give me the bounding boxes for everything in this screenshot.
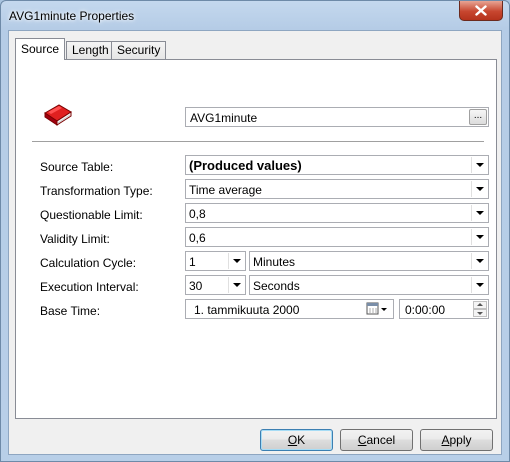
source-tab-panel: AVG1minute ... Source Table: (Produced v… bbox=[15, 59, 497, 419]
browse-button[interactable]: ... bbox=[469, 109, 487, 125]
validity-limit-value: 0,6 bbox=[189, 231, 206, 245]
questionable-limit-select[interactable]: 0,8 bbox=[185, 203, 489, 223]
source-table-select[interactable]: (Produced values) bbox=[185, 155, 489, 175]
calculation-cycle-unit-select[interactable]: Minutes bbox=[249, 251, 489, 271]
dialog-client-area: Source Length Security AVG1minute ... So… bbox=[8, 30, 502, 455]
book-icon bbox=[44, 104, 72, 126]
object-name-field[interactable]: AVG1minute ... bbox=[185, 107, 489, 127]
base-time-label: Base Time: bbox=[40, 304, 101, 318]
chevron-down-icon[interactable] bbox=[471, 181, 487, 197]
calculation-cycle-label: Calculation Cycle: bbox=[40, 256, 137, 270]
chevron-down-icon[interactable] bbox=[228, 277, 244, 293]
source-table-label: Source Table: bbox=[40, 160, 114, 174]
transformation-type-select[interactable]: Time average bbox=[185, 179, 489, 199]
close-button[interactable] bbox=[459, 1, 503, 21]
calendar-icon[interactable] bbox=[366, 302, 390, 316]
base-time-time-input[interactable]: 0:00:00 bbox=[399, 299, 489, 319]
validity-limit-select[interactable]: 0,6 bbox=[185, 227, 489, 247]
properties-window: AVG1minute Properties Source Length Secu… bbox=[0, 0, 510, 462]
separator bbox=[32, 141, 484, 143]
spin-up-icon[interactable] bbox=[473, 301, 487, 309]
tab-length[interactable]: Length bbox=[66, 41, 115, 59]
transformation-type-value: Time average bbox=[189, 183, 262, 197]
cancel-button[interactable]: Cancel bbox=[340, 429, 413, 451]
tab-security[interactable]: Security bbox=[111, 41, 167, 59]
object-name-value: AVG1minute bbox=[190, 111, 258, 125]
ok-button[interactable]: OK bbox=[260, 429, 333, 451]
source-table-value: (Produced values) bbox=[189, 158, 302, 173]
questionable-limit-value: 0,8 bbox=[189, 207, 206, 221]
chevron-down-icon[interactable] bbox=[471, 205, 487, 221]
close-icon bbox=[475, 5, 487, 16]
spin-down-icon[interactable] bbox=[473, 309, 487, 317]
execution-interval-unit-select[interactable]: Seconds bbox=[249, 275, 489, 295]
title-bar[interactable]: AVG1minute Properties bbox=[1, 1, 509, 31]
window-title: AVG1minute Properties bbox=[9, 9, 135, 23]
chevron-down-icon[interactable] bbox=[228, 253, 244, 269]
execution-interval-number: 30 bbox=[189, 279, 203, 293]
chevron-down-icon[interactable] bbox=[471, 253, 487, 269]
execution-interval-number-select[interactable]: 30 bbox=[185, 275, 246, 295]
calculation-cycle-unit: Minutes bbox=[253, 255, 296, 269]
chevron-down-icon[interactable] bbox=[471, 157, 487, 173]
apply-button[interactable]: Apply bbox=[420, 429, 493, 451]
chevron-down-icon[interactable] bbox=[471, 277, 487, 293]
base-time-date: 1. tammikuuta 2000 bbox=[194, 303, 300, 317]
tab-source[interactable]: Source bbox=[15, 38, 66, 60]
validity-limit-label: Validity Limit: bbox=[40, 232, 110, 246]
base-time-time: 0:00:00 bbox=[405, 303, 446, 317]
execution-interval-label: Execution Interval: bbox=[40, 280, 139, 294]
questionable-limit-label: Questionable Limit: bbox=[40, 208, 143, 222]
base-time-date-picker[interactable]: 1. tammikuuta 2000 bbox=[185, 299, 394, 319]
transformation-type-label: Transformation Type: bbox=[40, 184, 153, 198]
execution-interval-unit: Seconds bbox=[253, 279, 300, 293]
calculation-cycle-number: 1 bbox=[189, 255, 196, 269]
calculation-cycle-number-select[interactable]: 1 bbox=[185, 251, 246, 271]
time-spinner[interactable] bbox=[473, 301, 487, 317]
chevron-down-icon[interactable] bbox=[471, 229, 487, 245]
